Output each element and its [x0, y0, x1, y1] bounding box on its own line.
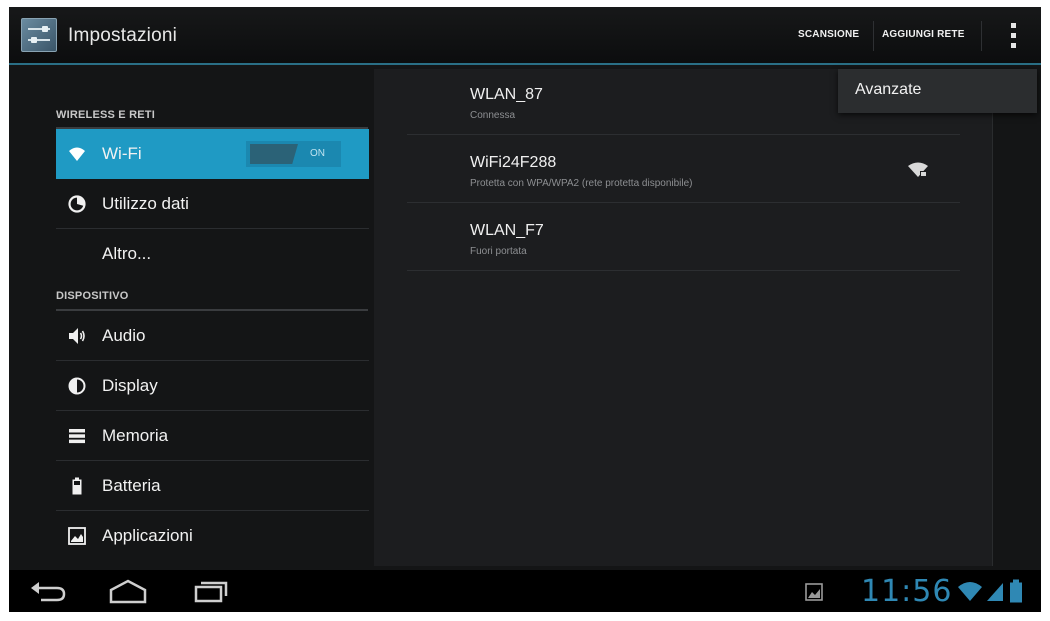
sidebar-item-label: Audio	[102, 326, 146, 345]
sidebar-item-label: Utilizzo dati	[102, 194, 189, 213]
battery-status-icon	[1010, 579, 1022, 603]
data-usage-icon	[68, 195, 86, 213]
network-status: Connessa	[470, 110, 516, 121]
page-title: Impostazioni	[68, 25, 178, 46]
sidebar-item-label: Batteria	[102, 476, 161, 495]
android-screen: Impostazioni SCANSIONE AGGIUNGI RETE WIR…	[9, 7, 1041, 612]
display-icon	[68, 377, 86, 395]
toggle-state-label: ON	[310, 148, 325, 159]
settings-sidebar: WIRELESS E RETI Wi-Fi ON Utilizzo dati A…	[9, 65, 371, 570]
overflow-popup-menu: Avanzate	[838, 69, 1037, 113]
section-header-wireless: WIRELESS E RETI	[56, 109, 155, 121]
list-item[interactable]: WiFi24F288 Protetta con WPA/WPA2 (rete p…	[407, 137, 960, 203]
battery-icon	[72, 477, 82, 495]
sidebar-item-label: Applicazioni	[102, 526, 193, 545]
list-item[interactable]: WLAN_F7 Fuori portata	[407, 205, 960, 271]
network-status: Fuori portata	[470, 246, 527, 257]
wifi-network-list: WLAN_87 Connessa WiFi24F288 Protetta con…	[374, 69, 993, 566]
screenshot-notification-icon[interactable]	[805, 583, 823, 601]
home-icon[interactable]	[107, 578, 149, 604]
wifi-icon	[69, 147, 85, 161]
scan-button[interactable]: SCANSIONE	[798, 29, 859, 40]
sidebar-item-wifi[interactable]: Wi-Fi ON	[56, 129, 369, 179]
cell-signal-icon	[987, 583, 1003, 601]
network-name: WLAN_F7	[470, 222, 544, 239]
sidebar-item-storage[interactable]: Memoria	[56, 411, 369, 461]
sidebar-item-display[interactable]: Display	[56, 361, 369, 411]
sidebar-item-battery[interactable]: Batteria	[56, 461, 369, 511]
sidebar-item-label: Wi-Fi	[102, 144, 142, 163]
sidebar-item-data-usage[interactable]: Utilizzo dati	[56, 179, 369, 229]
section-header-device: DISPOSITIVO	[56, 290, 129, 302]
action-divider	[981, 21, 982, 51]
network-name: WiFi24F288	[470, 154, 557, 171]
wifi-toggle[interactable]: ON	[246, 141, 341, 167]
network-status: Protetta con WPA/WPA2 (rete protetta dis…	[470, 178, 693, 189]
action-divider	[873, 21, 874, 51]
sidebar-item-more[interactable]: Altro...	[56, 229, 369, 279]
toggle-thumb	[250, 144, 298, 164]
sidebar-item-audio[interactable]: Audio	[56, 311, 369, 361]
storage-icon	[69, 429, 85, 444]
sidebar-item-label: Display	[102, 376, 158, 395]
apps-icon	[68, 527, 86, 545]
recent-apps-icon[interactable]	[193, 578, 229, 604]
system-navigation-bar: 11:56	[9, 570, 1041, 612]
action-bar: Impostazioni SCANSIONE AGGIUNGI RETE	[9, 7, 1041, 65]
add-network-button[interactable]: AGGIUNGI RETE	[882, 29, 965, 40]
sidebar-item-apps[interactable]: Applicazioni	[56, 511, 369, 561]
speaker-icon	[69, 328, 85, 344]
wifi-locked-icon	[908, 162, 928, 177]
menu-item-advanced[interactable]: Avanzate	[855, 81, 921, 99]
network-name: WLAN_87	[470, 86, 543, 103]
sidebar-item-label: Memoria	[102, 426, 169, 445]
overflow-menu-icon[interactable]	[1003, 21, 1023, 51]
clock[interactable]: 11:56	[861, 574, 952, 609]
settings-app-icon[interactable]	[21, 18, 57, 52]
sidebar-item-label: Altro...	[102, 244, 152, 263]
wifi-signal-icon	[958, 582, 982, 601]
back-icon[interactable]	[29, 578, 69, 604]
